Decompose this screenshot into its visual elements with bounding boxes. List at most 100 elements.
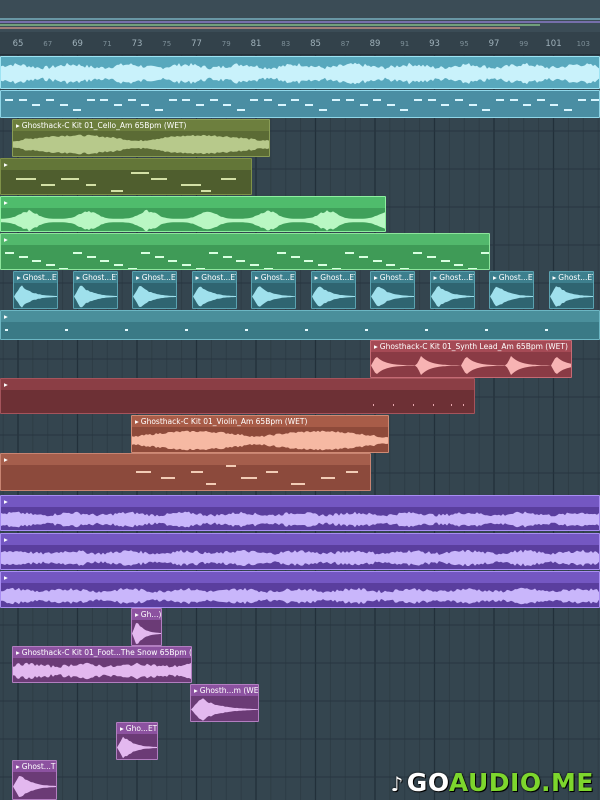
clip-header[interactable]: ▸Ghost...ET) bbox=[549, 272, 593, 283]
audio-clip-ghost[interactable]: ▸Ghost...ET) bbox=[251, 271, 296, 309]
clip-header[interactable]: ▸ bbox=[1, 572, 599, 583]
note bbox=[359, 104, 368, 106]
clip-menu-icon[interactable]: ▸ bbox=[16, 121, 20, 130]
pattern-clip-olive[interactable]: ▸ bbox=[0, 158, 252, 195]
audio-clip-ghost[interactable]: ▸Ghost...ET) bbox=[191, 271, 237, 309]
clip-header[interactable]: ▸ bbox=[1, 311, 599, 322]
clip-header[interactable]: ▸ bbox=[1, 234, 489, 245]
audio-clip-purple-3[interactable]: ▸ bbox=[0, 571, 600, 608]
clip-header[interactable]: ▸ Gh...) bbox=[132, 609, 161, 620]
clip-header[interactable]: ▸ bbox=[1, 454, 370, 465]
audio-clip-cello[interactable]: ▸ Ghosthack-C Kit 01_Cello_Am 65Bpm (WET) bbox=[12, 119, 270, 157]
note bbox=[545, 329, 548, 331]
note bbox=[290, 256, 300, 258]
audio-clip-gh[interactable]: ▸ Gh...) bbox=[131, 608, 162, 646]
clip-menu-icon[interactable]: ▸ bbox=[194, 686, 198, 695]
note bbox=[277, 252, 287, 254]
clip-menu-icon[interactable]: ▸ bbox=[434, 273, 438, 282]
audio-clip-purple-2[interactable]: ▸ bbox=[0, 533, 600, 570]
timeline-ruler[interactable]: 65 67 69 71 73 75 77 79 81 83 85 87 89 91 93 95 97 99 101 1… bbox=[0, 32, 600, 55]
audio-clip-ghost[interactable]: ▸Ghost...ET) bbox=[489, 271, 534, 309]
clip-header[interactable]: ▸ bbox=[1, 379, 474, 390]
audio-clip-gho[interactable]: ▸ Gho...ET) bbox=[116, 722, 158, 760]
clip-menu-icon[interactable]: ▸ bbox=[4, 455, 8, 464]
clip-header[interactable]: ▸Ghost...ET) bbox=[133, 272, 176, 283]
note bbox=[155, 109, 163, 111]
clip-menu-icon[interactable]: ▸ bbox=[77, 273, 81, 282]
clip-title: Ghost...ET) bbox=[141, 273, 176, 282]
playlist-overview-bar[interactable] bbox=[0, 0, 600, 32]
clip-header[interactable]: ▸Ghost...ET) bbox=[252, 272, 295, 283]
clip-header[interactable]: ▸ bbox=[1, 197, 385, 208]
audio-clip-green[interactable]: ▸ bbox=[0, 196, 386, 232]
clip-header[interactable]: ▸Ghost...ET) bbox=[192, 272, 236, 283]
pattern-clip-salmon[interactable]: ▸ bbox=[0, 453, 371, 491]
clip-header[interactable]: ▸Ghost...ET) bbox=[311, 272, 355, 283]
ruler-tick-label: 101 bbox=[545, 39, 562, 49]
ruler-tick-label: 87 bbox=[340, 40, 350, 48]
clip-menu-icon[interactable]: ▸ bbox=[135, 610, 139, 619]
pattern-clip-teal[interactable]: ▸ bbox=[0, 310, 600, 340]
audio-clip-ghosth[interactable]: ▸Ghosth...m (WET) bbox=[190, 684, 259, 722]
audio-clip-ghost[interactable]: ▸Ghost...ET) bbox=[13, 271, 58, 309]
clip-header[interactable]: ▸Ghosth...m (WET) bbox=[191, 685, 258, 696]
pattern-clip-green[interactable]: ▸ bbox=[0, 233, 490, 270]
clip-header[interactable]: ▸ Ghost...T) bbox=[13, 761, 56, 772]
clip-header[interactable]: ▸Ghost...ET) bbox=[430, 272, 474, 283]
audio-clip-foot[interactable]: ▸ Ghosthack-C Kit 01_Foot...The Snow 65Bp… bbox=[12, 646, 192, 683]
clip-menu-icon[interactable]: ▸ bbox=[553, 273, 557, 282]
clip-header[interactable]: ▸Ghost...ET) bbox=[73, 272, 117, 283]
audio-clip-ghost[interactable]: ▸Ghost...ET) bbox=[72, 271, 118, 309]
audio-clip-ghost[interactable]: ▸Ghost...ET) bbox=[429, 271, 475, 309]
clip-header[interactable]: ▸ Ghosthack-C Kit 01_Violin_Am 65Bpm (WET… bbox=[132, 416, 388, 427]
watermark-part-a: GO bbox=[406, 768, 449, 797]
clip-menu-icon[interactable]: ▸ bbox=[4, 198, 8, 207]
clip-header[interactable]: ▸ Ghosthack-C Kit 01_Foot...The Snow 65Bp… bbox=[13, 647, 191, 658]
note bbox=[266, 471, 278, 473]
clip-menu-icon[interactable]: ▸ bbox=[4, 497, 8, 506]
clip-header[interactable]: ▸ Ghosthack-C Kit 01_Synth Lead_Am 65Bpm … bbox=[371, 341, 571, 352]
clip-menu-icon[interactable]: ▸ bbox=[4, 535, 8, 544]
pattern-clip-maroon[interactable]: ▸ bbox=[0, 378, 475, 414]
note bbox=[136, 471, 151, 473]
clip-menu-icon[interactable]: ▸ bbox=[4, 160, 8, 169]
clip-menu-icon[interactable]: ▸ bbox=[315, 273, 319, 282]
audio-clip-ghost-t[interactable]: ▸ Ghost...T) bbox=[12, 760, 57, 800]
clip-menu-icon[interactable]: ▸ bbox=[16, 762, 20, 771]
audio-clip-violin[interactable]: ▸ Ghosthack-C Kit 01_Violin_Am 65Bpm (WET… bbox=[131, 415, 389, 453]
clip-header[interactable]: ▸Ghost...ET) bbox=[371, 272, 414, 283]
waveform bbox=[13, 662, 191, 680]
note bbox=[564, 109, 573, 111]
audio-clip-cyan[interactable] bbox=[0, 56, 600, 89]
clip-menu-icon[interactable]: ▸ bbox=[135, 417, 139, 426]
audio-clip-ghost[interactable]: ▸Ghost...ET) bbox=[370, 271, 415, 309]
clip-header[interactable]: ▸ Gho...ET) bbox=[117, 723, 157, 734]
clip-header[interactable]: ▸ bbox=[1, 496, 599, 507]
playlist-area[interactable]: ▸ Ghosthack-C Kit 01_Cello_Am 65Bpm (WET)… bbox=[0, 55, 600, 800]
clip-menu-icon[interactable]: ▸ bbox=[255, 273, 259, 282]
clip-menu-icon[interactable]: ▸ bbox=[493, 273, 497, 282]
clip-header[interactable]: ▸Ghost...ET) bbox=[490, 272, 533, 283]
clip-menu-icon[interactable]: ▸ bbox=[136, 273, 140, 282]
clip-menu-icon[interactable]: ▸ bbox=[374, 273, 378, 282]
clip-header[interactable]: ▸Ghost...ET) bbox=[14, 272, 57, 283]
clip-menu-icon[interactable]: ▸ bbox=[4, 380, 8, 389]
clip-menu-icon[interactable]: ▸ bbox=[4, 235, 8, 244]
audio-clip-ghost[interactable]: ▸Ghost...ET) bbox=[310, 271, 356, 309]
clip-menu-icon[interactable]: ▸ bbox=[374, 342, 378, 351]
audio-clip-synth-lead[interactable]: ▸ Ghosthack-C Kit 01_Synth Lead_Am 65Bpm … bbox=[370, 340, 572, 378]
clip-menu-icon[interactable]: ▸ bbox=[16, 648, 20, 657]
clip-menu-icon[interactable]: ▸ bbox=[4, 573, 8, 582]
clip-header[interactable]: ▸ bbox=[1, 534, 599, 545]
audio-clip-ghost[interactable]: ▸Ghost...ET) bbox=[548, 271, 594, 309]
clip-header[interactable]: ▸ bbox=[1, 159, 251, 170]
note bbox=[318, 109, 327, 111]
pattern-clip-cyan[interactable] bbox=[0, 90, 600, 118]
clip-header[interactable]: ▸ Ghosthack-C Kit 01_Cello_Am 65Bpm (WET) bbox=[13, 120, 269, 131]
clip-menu-icon[interactable]: ▸ bbox=[120, 724, 124, 733]
audio-clip-ghost[interactable]: ▸Ghost...ET) bbox=[132, 271, 177, 309]
audio-clip-purple-1[interactable]: ▸ bbox=[0, 495, 600, 531]
clip-menu-icon[interactable]: ▸ bbox=[4, 312, 8, 321]
clip-menu-icon[interactable]: ▸ bbox=[196, 273, 200, 282]
clip-menu-icon[interactable]: ▸ bbox=[17, 273, 21, 282]
